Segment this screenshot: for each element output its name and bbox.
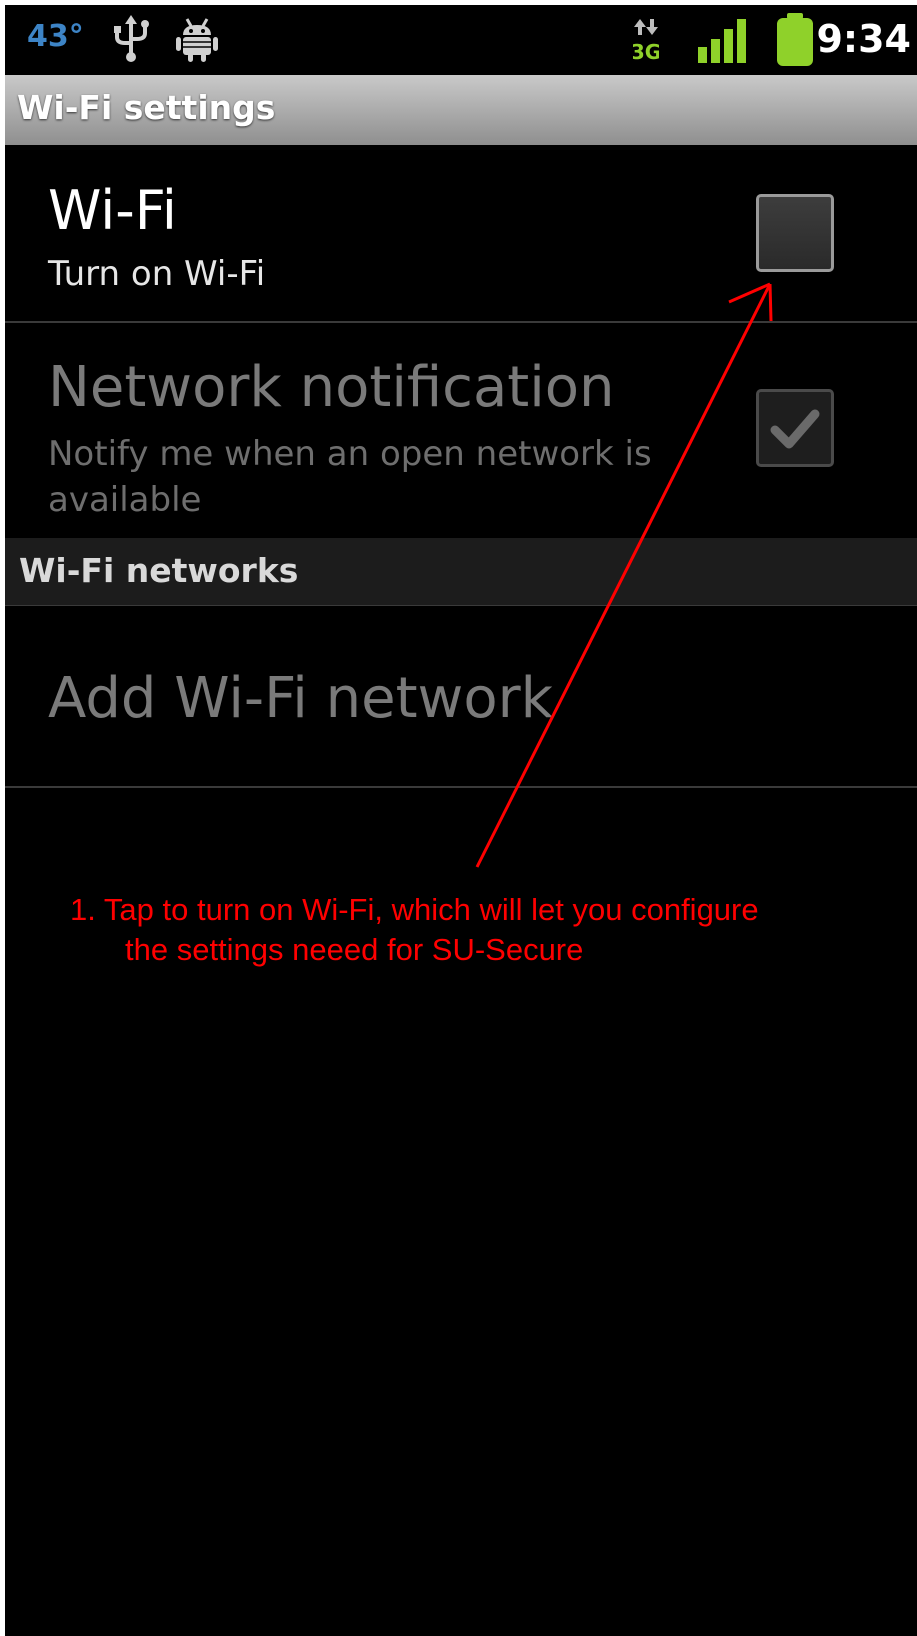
annotation-line-2: the settings neeed for SU-Secure [125, 932, 584, 967]
notification-row-title: Network notification [48, 355, 615, 420]
android-debug-icon [175, 15, 219, 67]
page-title: Wi-Fi settings [17, 88, 276, 127]
wifi-row-summary: Turn on Wi-Fi [48, 254, 266, 294]
notification-row-summary: Notify me when an open network is availa… [48, 434, 652, 520]
status-bar: 43° 3G 9:34 [5, 5, 917, 75]
add-wifi-network-row[interactable]: Add Wi-Fi network [5, 606, 917, 786]
checkmark-icon [770, 409, 820, 449]
wifi-toggle-row[interactable]: Wi-Fi Turn on Wi-Fi [5, 145, 917, 321]
instruction-annotation: 1. Tap to turn on Wi-Fi, which will let … [70, 890, 759, 970]
section-header-label: Wi-Fi networks [19, 551, 299, 590]
annotation-line-1: 1. Tap to turn on Wi-Fi, which will let … [70, 892, 759, 927]
network-notification-row: Network notification Notify me when an o… [5, 323, 917, 538]
title-bar: Wi-Fi settings [5, 75, 917, 145]
add-network-title: Add Wi-Fi network [48, 666, 554, 731]
clock: 9:34 [816, 17, 911, 61]
wifi-row-title: Wi-Fi [48, 179, 177, 242]
data-3g-icon: 3G [631, 17, 661, 67]
signal-icon [698, 19, 748, 67]
divider [5, 786, 917, 788]
notification-checkbox [756, 389, 834, 467]
wifi-checkbox[interactable] [756, 194, 834, 272]
battery-icon [775, 13, 815, 71]
temperature-readout: 43° [27, 19, 84, 54]
wifi-networks-section-header: Wi-Fi networks [5, 538, 917, 606]
data-label: 3G [633, 40, 659, 63]
usb-icon [113, 15, 149, 67]
phone-screen: 43° 3G 9:34 Wi-Fi settings Wi-Fi Turn on… [5, 5, 917, 1636]
